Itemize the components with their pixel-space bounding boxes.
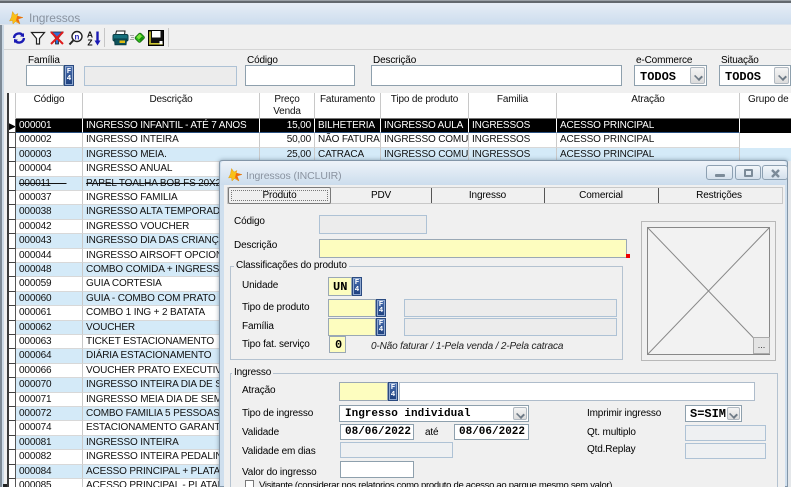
svg-text:Z: Z: [87, 38, 92, 47]
svg-text:n: n: [75, 33, 80, 42]
